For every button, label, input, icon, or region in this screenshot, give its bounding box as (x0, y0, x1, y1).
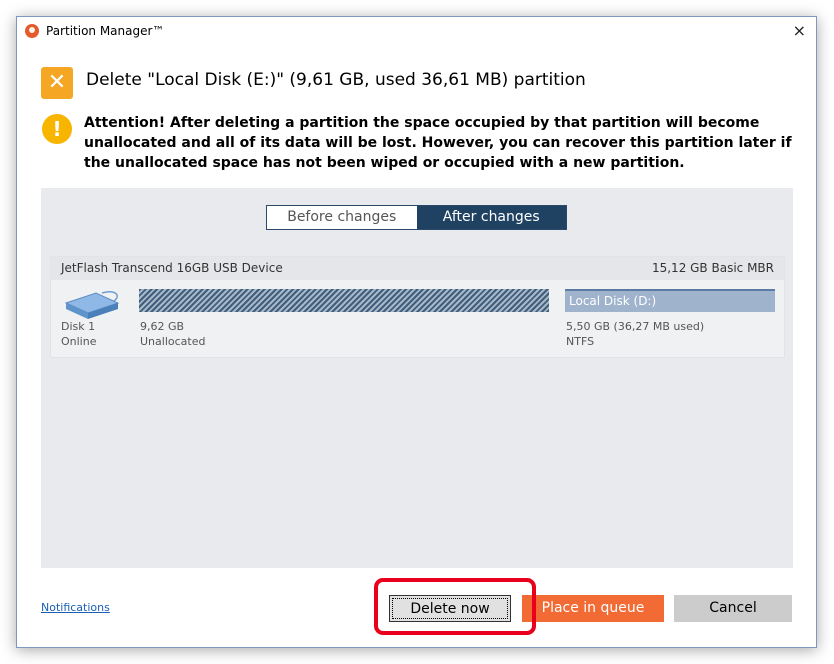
partition-bar-local-disk-d[interactable]: Local Disk (D:) (565, 289, 775, 312)
partition-size: 5,50 GB (36,27 MB used) (566, 320, 705, 333)
unallocated-space-bar[interactable] (139, 289, 549, 312)
tab-after-changes[interactable]: After changes (416, 206, 566, 229)
partition-filesystem: NTFS (566, 335, 595, 348)
place-in-queue-button[interactable]: Place in queue (522, 595, 664, 622)
disk-size-type: 15,12 GB Basic MBR (651, 261, 774, 275)
changes-preview-panel: Before changes After changes JetFlash Tr… (41, 188, 793, 568)
warning-icon: ! (42, 114, 72, 144)
disk-header: JetFlash Transcend 16GB USB Device 15,12… (51, 257, 784, 280)
close-icon[interactable]: × (793, 21, 806, 41)
disk-device-name: JetFlash Transcend 16GB USB Device (61, 261, 283, 275)
operation-title: Delete "Local Disk (E:)" (9,61 GB, used … (86, 70, 586, 90)
unallocated-info: 9,62 GB Unallocated (140, 319, 205, 349)
partition-manager-dialog: Partition Manager™ × ✕ Delete "Local Dis… (16, 16, 817, 648)
partition-info: 5,50 GB (36,27 MB used) NTFS (566, 319, 704, 349)
disk-number: Disk 1 (61, 320, 96, 333)
partition-name: Local Disk (D:) (569, 294, 657, 308)
warning-message: Attention! After deleting a partition th… (84, 115, 792, 171)
disk-status: Online (61, 335, 97, 348)
delete-now-button[interactable]: Delete now (389, 595, 511, 622)
usb-drive-icon (64, 290, 120, 319)
window-title: Partition Manager™ (46, 24, 165, 38)
notifications-link[interactable]: Notifications (41, 601, 110, 614)
app-logo-icon (25, 24, 39, 38)
cancel-button[interactable]: Cancel (674, 595, 792, 622)
delete-operation-icon: ✕ (41, 67, 73, 99)
unallocated-size: 9,62 GB (140, 320, 185, 333)
unallocated-label: Unallocated (140, 335, 206, 348)
disk-map: JetFlash Transcend 16GB USB Device 15,12… (50, 256, 785, 358)
title-bar: Partition Manager™ × (17, 17, 816, 47)
tab-before-changes[interactable]: Before changes (267, 206, 417, 229)
view-toggle: Before changes After changes (266, 205, 567, 230)
disk-info: Disk 1 Online (61, 319, 96, 349)
